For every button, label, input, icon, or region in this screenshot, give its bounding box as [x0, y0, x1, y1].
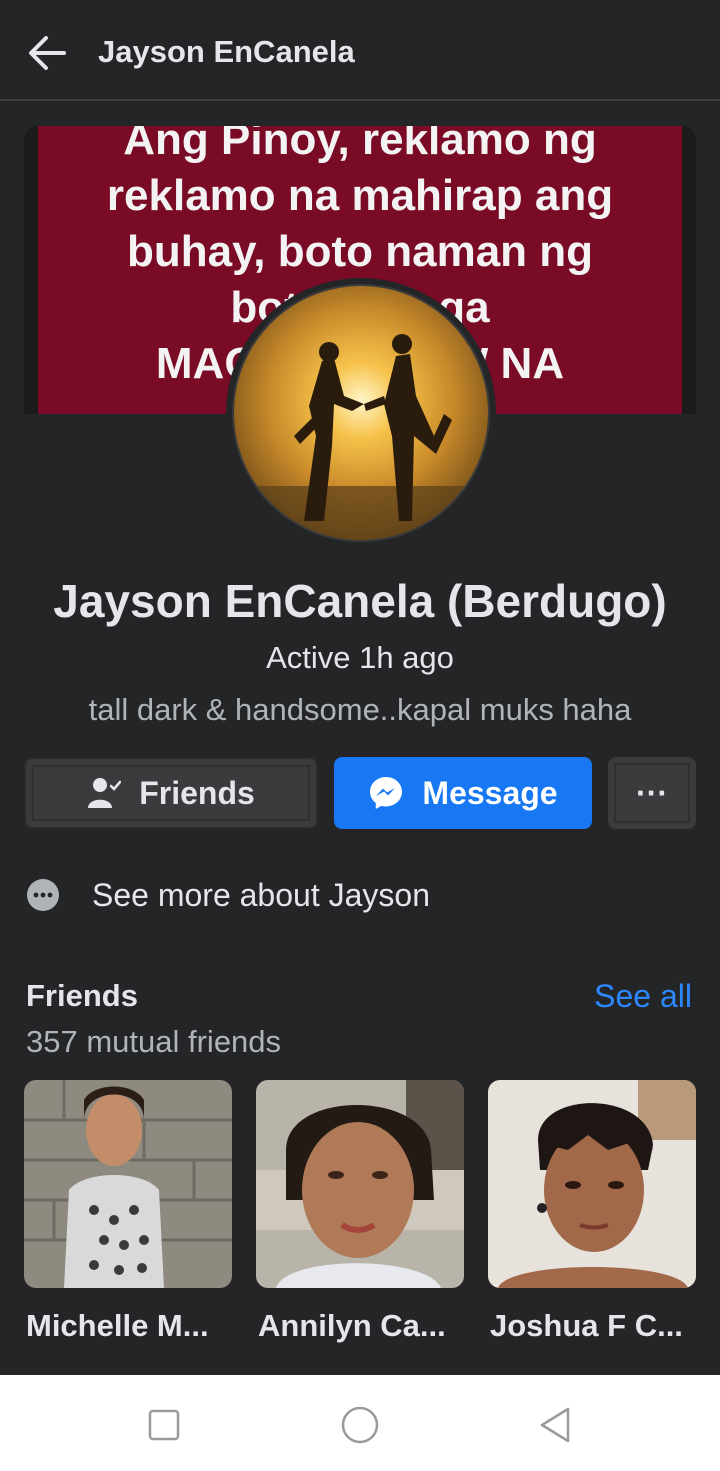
message-button-label: Message — [422, 774, 558, 811]
more-dots-icon: ··· — [636, 774, 668, 811]
friend-photo-image — [24, 1080, 232, 1288]
top-bar: Jayson EnCanela — [0, 0, 720, 101]
friend-photo — [256, 1080, 464, 1288]
triangle-back-icon — [540, 1407, 570, 1443]
friend-photo-image — [488, 1080, 696, 1288]
profile-bio: tall dark & handsome..kapal muks haha — [88, 692, 632, 727]
recents-button[interactable] — [142, 1403, 186, 1447]
profile-avatar[interactable] — [226, 278, 496, 548]
more-circle-icon — [27, 879, 59, 911]
active-status: Active 1h ago — [266, 640, 454, 675]
profile-name: Jayson EnCanela (Berdugo) — [53, 575, 667, 627]
friend-name: Annilyn Ca... — [258, 1308, 446, 1343]
circle-icon — [341, 1406, 379, 1444]
friend-card[interactable]: Joshua F C... — [488, 1080, 696, 1344]
see-more-about-label: See more about Jayson — [92, 876, 430, 913]
back-button[interactable] — [24, 30, 70, 76]
message-button[interactable]: Message — [334, 757, 592, 829]
square-icon — [148, 1409, 180, 1441]
arrow-left-icon — [29, 36, 66, 70]
see-more-about-row[interactable]: See more about Jayson — [26, 872, 430, 918]
friend-card[interactable]: Annilyn Ca... — [256, 1080, 464, 1344]
more-options-button[interactable]: ··· — [608, 757, 696, 829]
system-navigation-bar — [0, 1375, 720, 1471]
friend-name: Joshua F C... — [490, 1308, 683, 1343]
system-back-button[interactable] — [534, 1403, 578, 1447]
messenger-icon — [370, 777, 403, 809]
see-all-friends-link[interactable]: See all — [594, 978, 692, 1015]
friend-card[interactable]: Michelle M... — [24, 1080, 232, 1344]
mutual-friends-count: 357 mutual friends — [26, 1024, 282, 1059]
friends-button[interactable]: Friends — [24, 757, 318, 829]
friend-photo — [488, 1080, 696, 1288]
friends-section-title: Friends — [26, 978, 138, 1013]
avatar-image — [234, 286, 488, 540]
friend-check-icon — [88, 778, 122, 808]
page-title: Jayson EnCanela — [98, 34, 355, 69]
home-button[interactable] — [338, 1403, 382, 1447]
friends-button-label: Friends — [139, 774, 255, 811]
friend-name: Michelle M... — [26, 1308, 209, 1343]
friend-photo — [24, 1080, 232, 1288]
friend-photo-image — [256, 1080, 464, 1288]
